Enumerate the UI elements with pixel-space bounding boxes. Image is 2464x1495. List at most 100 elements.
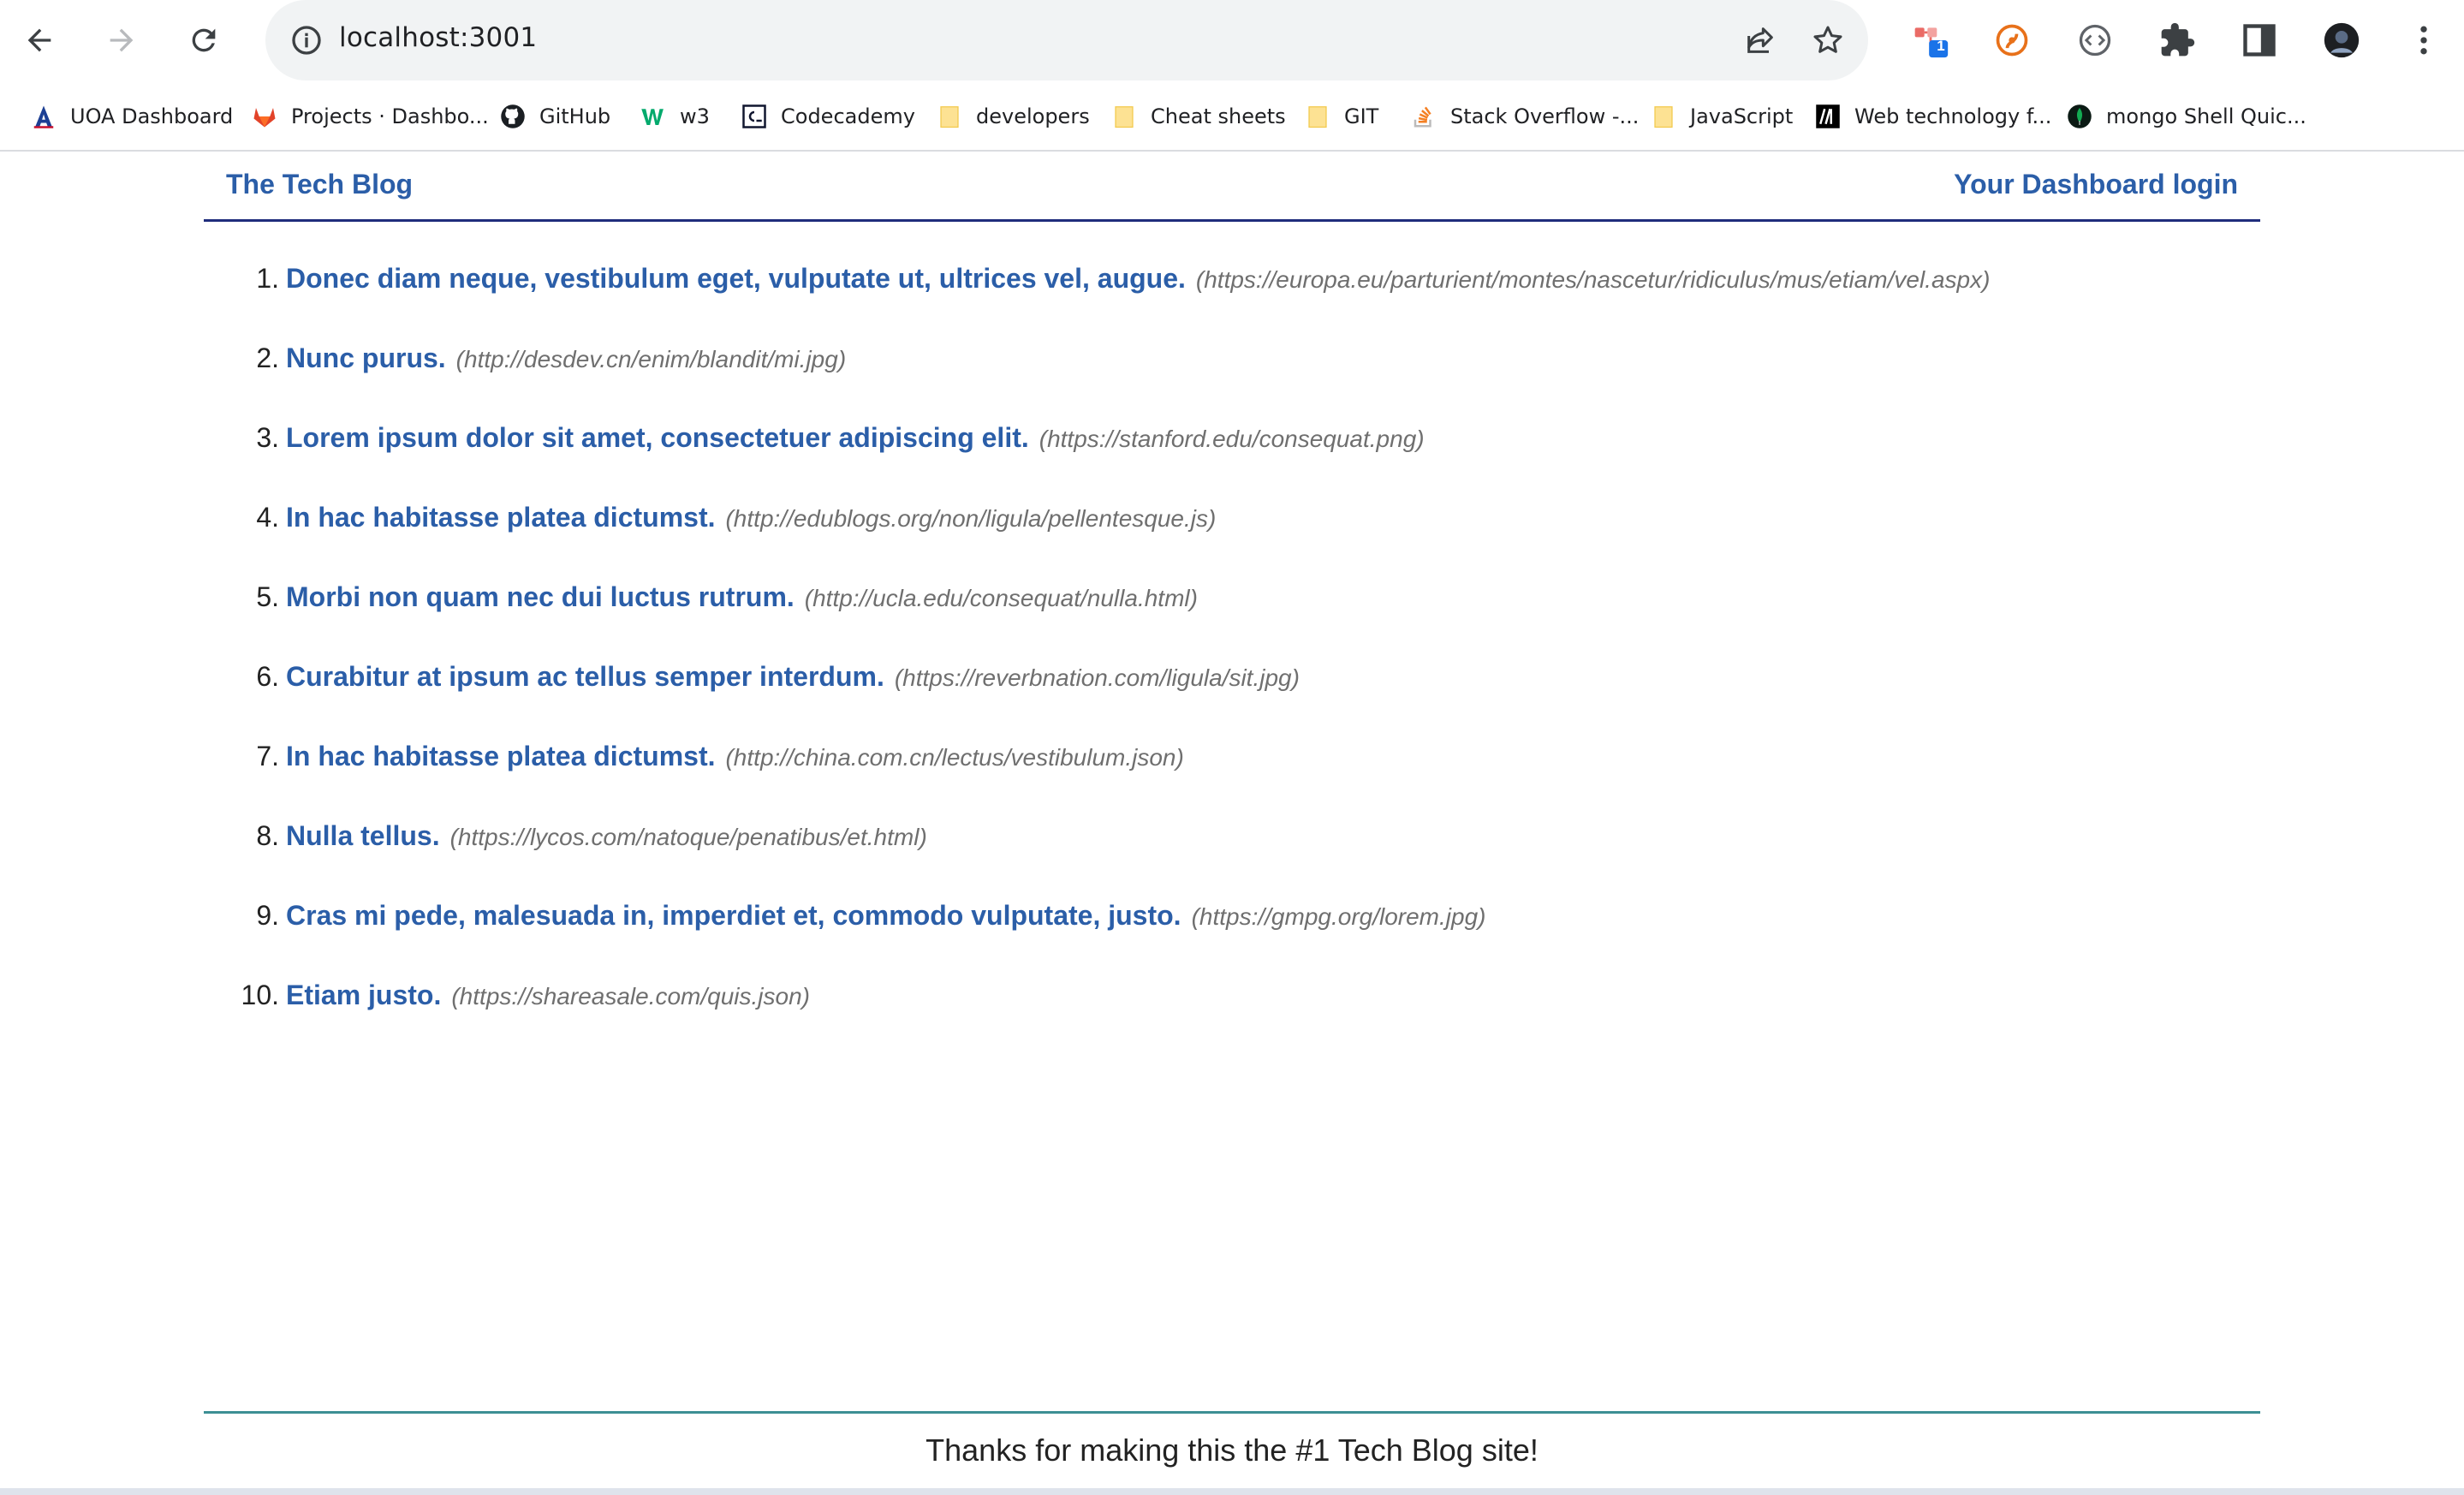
share-icon[interactable] xyxy=(1743,23,1777,57)
post-url: (https://stanford.edu/consequat.png) xyxy=(1039,426,1425,452)
bookmark-label: developers xyxy=(976,104,1090,128)
bookmark-stack-overflow[interactable]: Stack Overflow -... xyxy=(1411,99,1639,134)
post-number: 2. xyxy=(256,342,279,373)
bookmark-folder-git[interactable]: GIT xyxy=(1305,99,1378,134)
post-number: 10. xyxy=(241,980,279,1010)
bookmark-label: Stack Overflow -... xyxy=(1450,104,1640,128)
site-header: The Tech Blog Your Dashboard login xyxy=(204,152,2260,222)
mdn-icon xyxy=(1815,104,1841,129)
bookmark-codecademy[interactable]: Codecademy xyxy=(741,99,915,134)
bookmark-uoa-dashboard[interactable]: UOA Dashboard xyxy=(31,99,233,134)
post-item: 6. Curabitur at ipsum ac tellus semper i… xyxy=(231,661,2200,741)
post-title-link[interactable]: Nulla tellus. xyxy=(286,820,440,852)
post-title-link[interactable]: In hac habitasse platea dictumst. xyxy=(286,741,715,772)
back-button[interactable] xyxy=(17,18,62,63)
extension-orange-button[interactable] xyxy=(1992,21,2032,60)
post-list: 1. Donec diam neque, vestibulum eget, vu… xyxy=(231,263,2200,1059)
folder-icon xyxy=(1651,104,1676,129)
folder-icon xyxy=(937,104,962,129)
w3schools-icon xyxy=(640,104,666,129)
reload-button[interactable] xyxy=(182,18,226,63)
bookmark-label: GitHub xyxy=(539,104,611,128)
bookmark-star-icon[interactable] xyxy=(1811,23,1845,57)
side-panel-icon xyxy=(2243,24,2276,57)
post-url: (https://europa.eu/parturient/montes/nas… xyxy=(1195,266,1991,293)
forward-button[interactable] xyxy=(99,18,144,63)
post-url: (http://desdev.cn/enim/blandit/mi.jpg) xyxy=(455,346,847,372)
web-page: The Tech Blog Your Dashboard login 1. Do… xyxy=(0,152,2464,1495)
post-url: (https://lycos.com/natoque/penatibus/et.… xyxy=(449,824,927,850)
browser-menu-button[interactable] xyxy=(2404,21,2443,60)
post-title-link[interactable]: Nunc purus. xyxy=(286,342,446,374)
bookmark-label: Web technology f... xyxy=(1854,104,2052,128)
bookmark-github[interactable]: GitHub xyxy=(500,99,610,134)
bookmark-w3[interactable]: w3 xyxy=(640,99,710,134)
url-text[interactable]: localhost:3001 xyxy=(339,22,537,53)
post-item: 1. Donec diam neque, vestibulum eget, vu… xyxy=(231,263,2200,342)
post-number: 7. xyxy=(256,741,279,771)
folder-icon xyxy=(1111,104,1137,129)
bookmark-folder-cheat-sheets[interactable]: Cheat sheets xyxy=(1111,99,1286,134)
post-title-link[interactable]: Etiam justo. xyxy=(286,980,441,1011)
bookmark-label: JavaScript xyxy=(1690,104,1794,128)
post-number: 3. xyxy=(256,422,279,453)
post-title-link[interactable]: Curabitur at ipsum ac tellus semper inte… xyxy=(286,661,884,693)
bookmark-label: Codecademy xyxy=(781,104,915,128)
side-panel-button[interactable] xyxy=(2240,21,2279,60)
post-title-link[interactable]: In hac habitasse platea dictumst. xyxy=(286,502,715,533)
arrow-left-icon xyxy=(27,28,51,52)
bookmark-label: UOA Dashboard xyxy=(70,104,234,128)
folder-icon xyxy=(1305,104,1330,129)
extensions-menu-button[interactable] xyxy=(2157,21,2197,60)
bookmark-label: w3 xyxy=(680,104,710,128)
profile-avatar-button[interactable] xyxy=(2322,21,2361,60)
browser-toolbar: localhost:3001 1 xyxy=(0,0,2464,80)
extension-devtools-button[interactable] xyxy=(2075,21,2115,60)
github-icon xyxy=(500,104,526,129)
post-item: 4. In hac habitasse platea dictumst. (ht… xyxy=(231,502,2200,581)
post-item: 10. Etiam justo. (https://shareasale.com… xyxy=(231,980,2200,1059)
extension-code-circle-icon xyxy=(2079,24,2111,57)
bookmark-projects-dashboard[interactable]: Projects · Dashbo... xyxy=(252,99,489,134)
address-bar[interactable]: localhost:3001 xyxy=(265,0,1868,80)
stackoverflow-icon xyxy=(1411,104,1437,129)
post-title-link[interactable]: Lorem ipsum dolor sit amet, consectetuer… xyxy=(286,422,1029,454)
post-number: 4. xyxy=(256,502,279,533)
post-item: 2. Nunc purus. (http://desdev.cn/enim/bl… xyxy=(231,342,2200,422)
post-url: (http://china.com.cn/lectus/vestibulum.j… xyxy=(725,744,1184,771)
post-title-link[interactable]: Donec diam neque, vestibulum eget, vulpu… xyxy=(286,263,1186,295)
site-brand-link[interactable]: The Tech Blog xyxy=(226,169,413,200)
post-item: 3. Lorem ipsum dolor sit amet, consectet… xyxy=(231,422,2200,502)
bookmark-label: Cheat sheets xyxy=(1151,104,1286,128)
info-icon[interactable] xyxy=(289,23,324,57)
post-url: (https://reverbnation.com/ligula/sit.jpg… xyxy=(894,664,1300,691)
post-item: 9. Cras mi pede, malesuada in, imperdiet… xyxy=(231,900,2200,980)
footer-divider xyxy=(204,1411,2260,1414)
bookmark-folder-developers[interactable]: developers xyxy=(937,99,1090,134)
bookmark-mongo-shell[interactable]: mongo Shell Quic... xyxy=(2067,99,2306,134)
bookmark-label: Projects · Dashbo... xyxy=(291,104,489,128)
mongodb-leaf-icon xyxy=(2067,104,2092,129)
arrow-right-icon xyxy=(110,28,134,52)
post-number: 8. xyxy=(256,820,279,851)
post-url: (https://gmpg.org/lorem.jpg) xyxy=(1191,903,1486,930)
bookmark-label: GIT xyxy=(1344,104,1379,128)
post-title-link[interactable]: Morbi non quam nec dui luctus rutrum. xyxy=(286,581,795,613)
reload-icon xyxy=(192,28,216,52)
dashboard-login-link[interactable]: Your Dashboard login xyxy=(1954,169,2238,200)
post-title-link[interactable]: Cras mi pede, malesuada in, imperdiet et… xyxy=(286,900,1181,932)
footer-text: Thanks for making this the #1 Tech Blog … xyxy=(925,1432,1539,1468)
post-item: 8. Nulla tellus. (https://lycos.com/nato… xyxy=(231,820,2200,900)
bookmark-web-technology[interactable]: Web technology f... xyxy=(1815,99,2051,134)
post-number: 9. xyxy=(256,900,279,931)
gitlab-icon xyxy=(252,104,277,129)
post-item: 5. Morbi non quam nec dui luctus rutrum.… xyxy=(231,581,2200,661)
bookmark-label: mongo Shell Quic... xyxy=(2106,104,2306,128)
kebab-menu-icon xyxy=(2420,26,2427,55)
extension-orange-circle-icon xyxy=(1996,24,2028,57)
post-url: (http://ucla.edu/consequat/nulla.html) xyxy=(804,585,1198,611)
post-url: (http://edublogs.org/non/ligula/pellente… xyxy=(725,505,1217,532)
post-url: (https://shareasale.com/quis.json) xyxy=(451,983,810,1010)
extension-badge-button[interactable]: 1 xyxy=(1911,21,1950,60)
bookmark-folder-javascript[interactable]: JavaScript xyxy=(1651,99,1793,134)
